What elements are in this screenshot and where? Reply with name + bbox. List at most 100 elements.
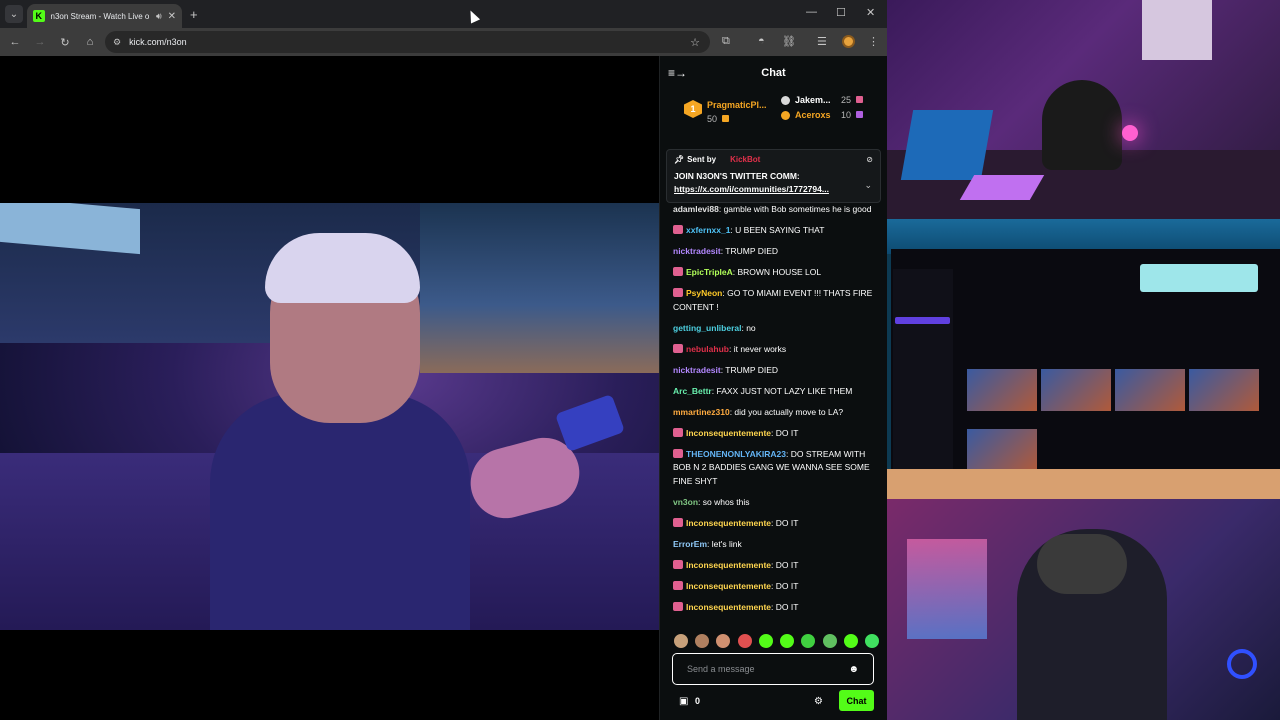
tab-close-icon[interactable]: ✕: [168, 11, 176, 22]
leaderboard-name-2[interactable]: Jakem...: [795, 95, 831, 105]
message-input-box[interactable]: ☻: [672, 653, 874, 685]
chat-message: getting_unliberal: no: [673, 322, 876, 336]
site-info-icon[interactable]: ⚙: [113, 37, 121, 48]
pinned-sender[interactable]: KickBot: [730, 155, 760, 164]
video-player[interactable]: [0, 56, 659, 720]
subscriber-badge-icon: [673, 559, 683, 569]
chat-messages: adamlevi88: gamble with Bob sometimes he…: [660, 203, 888, 627]
pinned-message[interactable]: 📌︎ Sent by KickBot ⊘ JOIN N3ON'S TWITTER…: [666, 149, 881, 203]
chat-username[interactable]: Inconsequentemente: [686, 518, 771, 528]
chat-username[interactable]: THEONENONLYAKIRA23: [686, 449, 786, 459]
profile-avatar[interactable]: [842, 35, 855, 48]
sent-by-label: Sent by: [687, 155, 717, 164]
leaderboard-score-2: 25: [841, 95, 863, 105]
forward-icon[interactable]: →: [30, 36, 50, 48]
subscriber-badge-icon: [673, 343, 683, 353]
tab-search-icon[interactable]: ⌄: [5, 5, 23, 23]
incognito-icon[interactable]: ◓: [758, 35, 765, 47]
leaderboard-name-1[interactable]: PragmaticPl...: [707, 100, 767, 110]
gift-leaderboard: 1 PragmaticPl... 50 Jakem... 25 Aceroxs …: [660, 90, 887, 136]
chat-username[interactable]: Inconsequentemente: [686, 581, 771, 591]
chat-message: THEONENONLYAKIRA23: DO STREAM WITH BOB N…: [673, 448, 876, 489]
chat-username[interactable]: PsyNeon: [686, 288, 722, 298]
chat-message: PsyNeon: GO TO MIAMI EVENT !!! THATS FIR…: [673, 287, 876, 314]
chat-message-text: : DO IT: [771, 580, 799, 591]
minimize-icon[interactable]: —: [806, 6, 817, 18]
rank-3-icon: [781, 111, 790, 120]
menu-kebab-icon[interactable]: ⋮: [868, 35, 879, 48]
chat-message-text: : TRUMP DIED: [720, 364, 779, 375]
chevron-down-icon[interactable]: ⌄: [864, 180, 872, 191]
chat-username[interactable]: xxfernxx_1: [686, 225, 730, 235]
chat-message: vn3on: so whos this: [673, 496, 876, 510]
close-window-icon[interactable]: ✕: [866, 6, 875, 19]
webcam-bottom: [887, 499, 1280, 720]
chat-username[interactable]: adamlevi88: [673, 204, 719, 214]
link-icon[interactable]: ⛓: [782, 35, 796, 48]
chat-username[interactable]: getting_unliberal: [673, 323, 741, 333]
stream-video[interactable]: [0, 203, 659, 630]
reload-icon[interactable]: ↻: [55, 36, 75, 49]
browser-window: ⌄ K n3on Stream - Watch Live o 🔊︎ ✕ + — …: [0, 0, 887, 720]
chat-username[interactable]: nicktradesit: [673, 246, 721, 256]
emoji-icon[interactable]: ☻: [848, 664, 859, 675]
emote-icon[interactable]: [780, 634, 795, 648]
back-icon[interactable]: ←: [5, 36, 25, 48]
chat-username[interactable]: Inconsequentemente: [686, 602, 771, 612]
tab-title: n3on Stream - Watch Live o: [50, 11, 150, 21]
new-tab-icon[interactable]: +: [190, 7, 198, 22]
pinned-text: JOIN N3ON'S TWITTER COMM:: [674, 171, 800, 181]
gift-icon: [855, 96, 863, 103]
chat-message-text: : DO IT: [771, 517, 799, 528]
unpin-icon[interactable]: ⊘: [866, 155, 873, 164]
chat-message-text: : FAXX JUST NOT LAZY LIKE THEM: [711, 385, 853, 396]
emote-icon[interactable]: [737, 634, 752, 648]
chat-username[interactable]: Inconsequentemente: [686, 428, 771, 438]
emote-icon[interactable]: [801, 634, 816, 648]
speaker-icon[interactable]: 🔊︎: [156, 11, 162, 22]
chat-username[interactable]: ErrorEm: [673, 539, 707, 549]
message-input[interactable]: [687, 664, 847, 674]
chat-username[interactable]: nicktradesit: [673, 365, 721, 375]
reading-list-icon[interactable]: ☰: [817, 35, 827, 48]
emote-icon[interactable]: [843, 634, 858, 648]
chat-username[interactable]: EpicTripleA: [686, 267, 733, 277]
emote-icon[interactable]: [695, 634, 710, 648]
chat-message: mmartinez310: did you actually move to L…: [673, 406, 876, 420]
emote-icon[interactable]: [674, 634, 688, 648]
address-bar[interactable]: ⚙ kick.com/n3on ☆: [105, 31, 710, 53]
chat-username[interactable]: vn3on: [673, 497, 698, 507]
emote-icon[interactable]: [864, 634, 879, 648]
emote-icon[interactable]: [822, 634, 837, 648]
store-count: 0: [695, 696, 701, 706]
chat-username[interactable]: mmartinez310: [673, 407, 730, 417]
chat-username[interactable]: nebulahub: [686, 344, 729, 354]
subscriber-badge-icon: [673, 580, 683, 590]
bookmark-star-icon[interactable]: ☆: [690, 36, 700, 49]
kick-favicon-icon: K: [33, 10, 45, 22]
pinned-link[interactable]: https://x.com/i/communities/1772794...: [674, 183, 873, 196]
gear-icon[interactable]: ⚙: [814, 696, 823, 707]
store-icon[interactable]: ▣: [679, 696, 688, 707]
chat-header: ≡→ Chat: [660, 56, 887, 90]
title-bar: ⌄ K n3on Stream - Watch Live o 🔊︎ ✕ + — …: [0, 0, 887, 28]
chat-message: Inconsequentemente: DO IT: [673, 580, 876, 594]
pin-icon: 📌︎: [674, 155, 685, 164]
chat-message: ErrorEm: let's link: [673, 538, 876, 552]
browser-tab[interactable]: K n3on Stream - Watch Live o 🔊︎ ✕: [27, 4, 182, 28]
maximize-icon[interactable]: ☐: [836, 6, 846, 19]
chat-panel: ≡→ Chat 1 PragmaticPl... 50 Jakem... 25 …: [659, 56, 887, 720]
chat-message-text: : gamble with Bob sometimes he is good: [718, 204, 872, 214]
emote-icon[interactable]: [716, 634, 731, 648]
chat-message-text: : no: [741, 322, 756, 333]
chat-message: nicktradesit: TRUMP DIED: [673, 245, 876, 259]
chat-username[interactable]: Arc_Bettr: [673, 386, 712, 396]
leaderboard-name-3[interactable]: Aceroxs: [795, 110, 831, 120]
chat-message: EpicTripleA: BROWN HOUSE LOL: [673, 266, 876, 280]
chat-username[interactable]: Inconsequentemente: [686, 560, 771, 570]
send-chat-button[interactable]: Chat: [839, 690, 874, 711]
extensions-icon[interactable]: ⧉: [722, 35, 730, 48]
collapse-chat-icon[interactable]: ≡→: [668, 66, 687, 80]
emote-icon[interactable]: [758, 634, 773, 648]
home-icon[interactable]: ⌂: [80, 36, 100, 48]
